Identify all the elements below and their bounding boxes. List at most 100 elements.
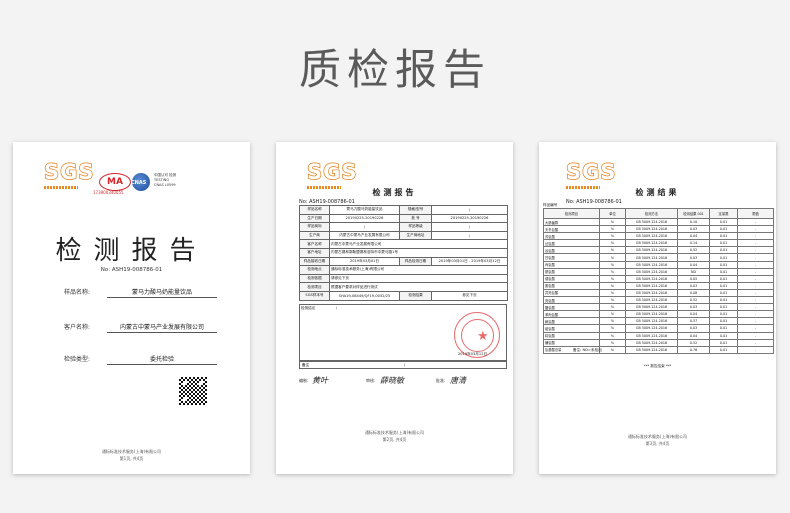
column-header: 检测方法	[625, 208, 678, 219]
field-value-client-name: 内蒙古中蒙马产业发展有限公司	[107, 322, 217, 333]
table-cell: -	[737, 239, 774, 248]
table-cell: 蒙马力酸马奶能量饮品	[329, 205, 400, 215]
table-cell: 客户名称	[299, 239, 330, 249]
table-cell: 0.01	[709, 317, 738, 326]
table-cell: %	[599, 267, 626, 276]
table-cell: 0.01	[709, 274, 738, 283]
table-cell: %	[599, 246, 626, 255]
table-cell: -	[737, 288, 774, 298]
report-detail-page[interactable]: SGS 检测报告 No: ASH19-008786-01 样品名称 蒙马力酸马奶能…	[276, 142, 513, 474]
table-row: 精氨酸% GB 5009.124-2016 0.04 0.01-	[543, 331, 774, 340]
table-cell: 检测项目	[299, 282, 330, 292]
table-row: 胱氨酸% GB 5009.124-2016 ND 0.01-	[543, 267, 774, 276]
table-cell: %	[599, 274, 626, 283]
star-icon: ★	[477, 329, 489, 344]
table-cell: %	[599, 324, 626, 333]
table-cell: 0.01	[709, 217, 738, 227]
table-cell: 2019年03月01日 - 2019年03月12日	[431, 256, 508, 267]
table-cell: 内蒙古锡林郭勒盟锡林浩特市中蒙马路1号	[329, 247, 508, 258]
stamp-inner-ring: ★	[461, 319, 494, 352]
table-cell: 生产商地址	[399, 230, 432, 241]
table-cell: %	[599, 296, 626, 305]
table-cell: %	[599, 260, 626, 269]
cma-logo: MA	[99, 173, 131, 191]
footer-page: 第2页, 共4页	[382, 437, 407, 442]
table-cell: 检测依据	[299, 273, 330, 284]
table-cell: 0.03	[677, 253, 710, 262]
table-cell: 缬氨酸	[543, 274, 600, 283]
table-cell: /	[431, 230, 508, 241]
table-cell: 0.01	[709, 267, 738, 276]
table-cell: 0.01	[709, 345, 738, 354]
table-header-row: 检测项目 单位 检测方法 检测结果 001 定量限 限值	[543, 208, 774, 219]
results-table: 检测项目 单位 检测方法 检测结果 001 定量限 限值 大肠菌群% GB 5009.124-…	[543, 208, 774, 354]
table-cell: GB 5009.124-2016	[625, 303, 678, 312]
table-cell: %	[599, 217, 626, 227]
table-row: 甘氨酸% GB 5009.124-2016 0.03 0.01-	[543, 253, 774, 262]
table-cell: GB 5009.124-2016	[625, 288, 678, 298]
table-row: 客户地址 内蒙古锡林郭勒盟锡林浩特市中蒙马路1号	[299, 247, 508, 258]
table-cell: 批 号	[399, 213, 432, 224]
table-cell: %	[599, 239, 626, 248]
table-cell: 亮氨酸	[543, 296, 600, 305]
table-cell: GB 5009.124-2016	[625, 217, 678, 227]
table-cell: GB 5009.124-2016	[625, 253, 678, 262]
table-row: 脯氨酸% GB 5009.124-2016 0.52 0.01-	[543, 338, 774, 347]
sgs-logo-stripe	[44, 186, 78, 189]
field-value-test-type: 委托检验	[107, 354, 217, 365]
table-cell: GB 5009.124-2016	[625, 338, 678, 347]
column-header: 定量限	[709, 208, 738, 219]
report-title: 检测报告	[372, 188, 417, 197]
signature-compiler: 黄叶	[312, 376, 328, 385]
table-cell: 谷氨酸	[543, 246, 600, 255]
table-cell: 精氨酸	[543, 331, 600, 340]
table-cell: 丙氨酸	[543, 260, 600, 269]
table-cell: 0.04	[677, 232, 710, 241]
footer-page: 第1页, 共4页	[119, 456, 144, 461]
table-cell: 生产日期	[299, 213, 330, 224]
table-cell: 样品检测日期	[399, 256, 432, 267]
table-cell: -	[737, 317, 774, 326]
table-cell: GB 5009.124-2016	[625, 281, 678, 290]
page-title: 质检报告	[298, 45, 491, 94]
table-row: 样品接收日期 2019年03月01日 样品检测日期 2019年03月01日 - 201…	[299, 256, 508, 267]
column-header: 检测项目	[543, 208, 600, 219]
field-label-sample-name: 样品名称:	[64, 289, 91, 296]
table-cell: 请参见下页	[329, 273, 508, 284]
table-cell: 样品等级	[399, 222, 432, 232]
table-cell: 0.01	[709, 338, 738, 347]
table-cell: -	[737, 324, 774, 333]
table-cell: 0.01	[709, 303, 738, 312]
table-cell: -	[737, 232, 774, 241]
table-row: 丙氨酸% GB 5009.124-2016 0.04 0.01-	[543, 260, 774, 269]
table-cell: 参见下页	[431, 290, 508, 301]
table-cell: 0.01	[709, 288, 738, 298]
table-cell: 0.52	[677, 338, 710, 347]
table-cell: ND	[677, 267, 710, 276]
table-cell: 酪氨酸	[543, 303, 600, 312]
table-cell: 0.76	[677, 345, 710, 354]
table-cell: 20190225-20190226	[431, 213, 508, 224]
table-cell: 内蒙古中蒙马产业发展有限公司	[329, 230, 400, 241]
table-cell: %	[599, 232, 626, 241]
table-cell: %	[599, 288, 626, 298]
report-cover-page[interactable]: SGS MA 173900340055 CNAS 中国认可 检测 TESTING…	[13, 142, 250, 474]
report-results-page[interactable]: SGS 检测结果 No: ASH19-008786-01 样品编号 检测项目 单位…	[539, 142, 776, 474]
table-cell: 0.01	[709, 310, 738, 319]
table-cell: 0.01	[709, 296, 738, 305]
table-cell: 0.03	[677, 281, 710, 290]
table-cell: 甘氨酸	[543, 253, 600, 262]
table-cell: 0.04	[677, 331, 710, 340]
table-cell: -	[737, 338, 774, 347]
table-cell: -	[737, 267, 774, 276]
conclusion-label: 检测结论	[301, 306, 316, 310]
table-cell: 2019年03月01日	[329, 256, 400, 267]
cma-number: 173900340055	[93, 190, 124, 195]
table-cell: 0.52	[677, 296, 710, 305]
table-cell: 样品名称	[299, 205, 330, 215]
table-cell: 蛋氨酸	[543, 281, 600, 290]
table-cell: GB 5009.124-2016	[625, 232, 678, 241]
table-cell: -	[737, 225, 774, 234]
footer-page: 第3页, 共4页	[645, 441, 670, 446]
table-cell: 赖氨酸	[543, 317, 600, 326]
